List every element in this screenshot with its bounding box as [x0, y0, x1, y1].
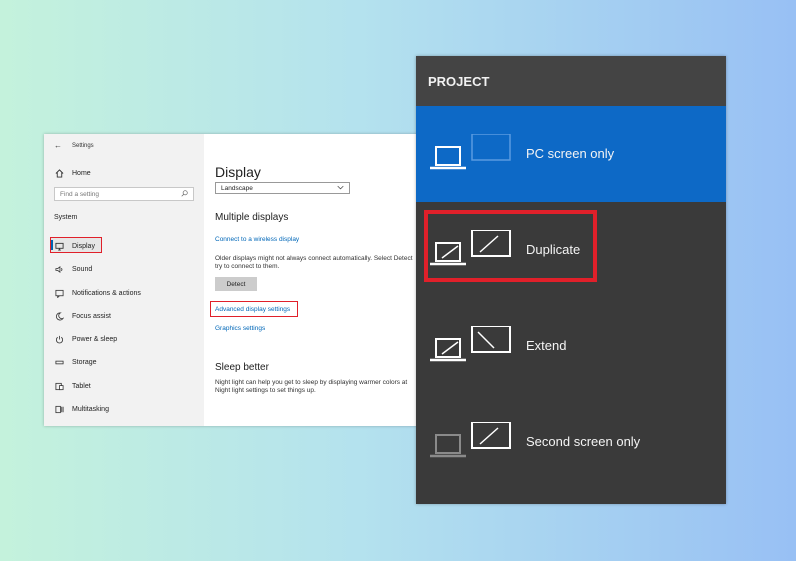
multiple-displays-heading: Multiple displays [215, 212, 289, 223]
project-option-second-screen-only[interactable]: Second screen only [416, 394, 726, 490]
moon-icon [54, 311, 64, 321]
sidebar-item-tablet[interactable]: Tablet [54, 381, 91, 391]
duplicate-highlight-box [424, 210, 597, 282]
night-light-text-line-2: Night light settings to set things up. [215, 387, 316, 394]
search-icon [181, 189, 188, 199]
project-panel: PROJECT PC screen only Duplicate Extend … [416, 56, 726, 504]
pc-screen-only-icon [428, 133, 514, 174]
older-displays-text-line-2: try to connect to them. [215, 263, 280, 270]
project-option-label: PC screen only [526, 146, 615, 161]
sidebar-item-label: Tablet [72, 382, 91, 390]
sidebar-item-label: Power & sleep [72, 335, 118, 343]
connect-wireless-display-link[interactable]: Connect to a wireless display [215, 236, 299, 243]
second-screen-only-icon [428, 421, 514, 462]
sidebar-item-label: Sound [72, 265, 93, 273]
sidebar-item-label: Display [72, 242, 95, 250]
selection-accent [51, 240, 53, 250]
night-light-text-line-1: Night light can help you get to sleep by… [215, 379, 408, 386]
tablet-icon [54, 381, 64, 391]
home-icon [54, 168, 64, 178]
dropdown-value: Landscape [221, 184, 253, 192]
project-title: PROJECT [416, 56, 726, 106]
sidebar-item-label: Focus assist [72, 312, 111, 320]
storage-icon [54, 357, 64, 367]
project-option-extend[interactable]: Extend [416, 298, 726, 394]
sleep-better-heading: Sleep better [215, 362, 269, 373]
sidebar-item-display[interactable]: Display [54, 241, 95, 251]
detect-button[interactable]: Detect [215, 277, 257, 291]
chevron-down-icon [337, 185, 344, 192]
multitasking-icon [54, 404, 64, 414]
graphics-settings-link[interactable]: Graphics settings [215, 325, 265, 332]
sidebar-item-power-sleep[interactable]: Power & sleep [54, 334, 117, 344]
sidebar-item-storage[interactable]: Storage [54, 357, 97, 367]
search-input[interactable]: Find a setting [54, 187, 194, 201]
advanced-display-settings-link[interactable]: Advanced display settings [215, 306, 290, 313]
window-title: Settings [72, 142, 94, 149]
sidebar-item-label: Multitasking [72, 405, 109, 413]
power-icon [54, 334, 64, 344]
sidebar-item-notifications[interactable]: Notifications & actions [54, 288, 141, 298]
sidebar-item-label: Storage [72, 358, 97, 366]
settings-sidebar: ← Settings Home Find a setting System Di… [44, 134, 204, 426]
older-displays-text-line-1: Older displays might not always connect … [215, 255, 413, 262]
notification-icon [54, 288, 64, 298]
search-placeholder: Find a setting [60, 190, 100, 198]
sidebar-item-multitasking[interactable]: Multitasking [54, 404, 109, 414]
section-label-system: System [54, 214, 78, 221]
extend-icon [428, 325, 514, 366]
project-option-pc-screen-only[interactable]: PC screen only [416, 106, 726, 202]
back-arrow-icon[interactable]: ← [54, 141, 62, 150]
sidebar-item-sound[interactable]: Sound [54, 264, 92, 274]
settings-main: Display Landscape Multiple displays Conn… [210, 134, 424, 426]
monitor-icon [54, 241, 64, 251]
sidebar-item-label: Notifications & actions [72, 289, 141, 297]
project-option-label: Second screen only [526, 434, 641, 449]
orientation-dropdown[interactable]: Landscape [215, 182, 350, 194]
speaker-icon [54, 264, 64, 274]
project-option-label: Extend [526, 338, 567, 353]
page-title: Display [215, 164, 261, 180]
sidebar-item-focus-assist[interactable]: Focus assist [54, 311, 111, 321]
sidebar-item-home[interactable]: Home [54, 168, 91, 178]
sidebar-item-label: Home [72, 169, 91, 177]
settings-window: ← Settings Home Find a setting System Di… [44, 134, 424, 426]
settings-titlebar: ← Settings [54, 141, 94, 150]
